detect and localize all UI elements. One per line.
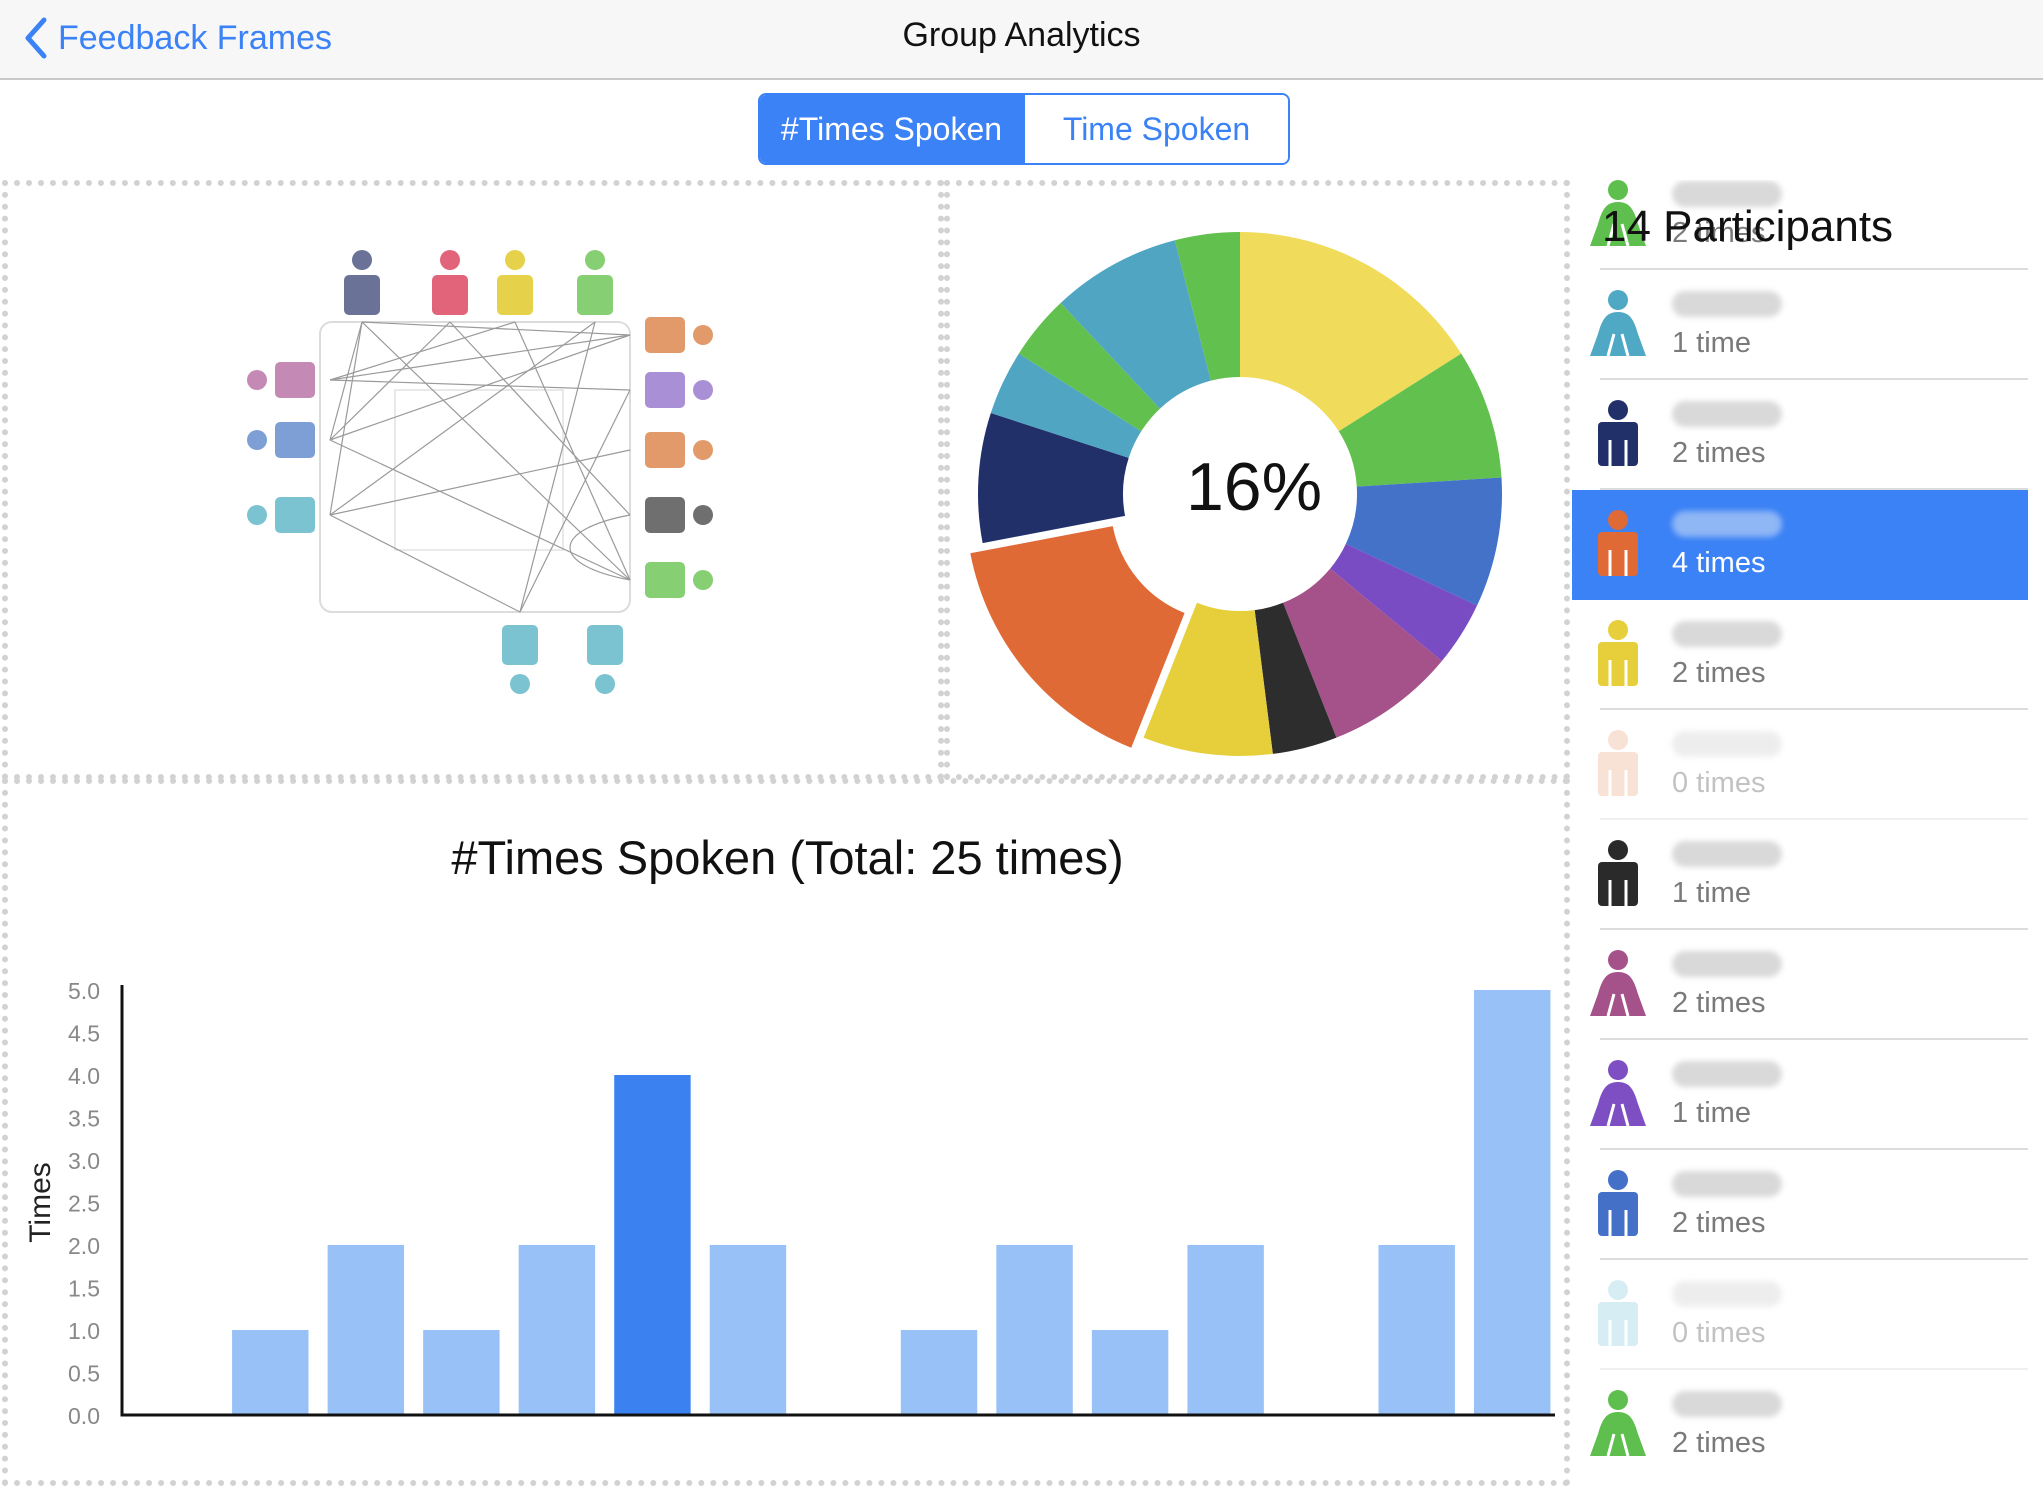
network-participant-icon	[247, 422, 315, 458]
bar[interactable]	[423, 1330, 500, 1415]
participant-name-blurred	[1672, 840, 1782, 867]
metric-segmented-control: #Times Spoken Time Spoken	[758, 93, 1290, 165]
person-icon	[1586, 1390, 1650, 1460]
participant-row[interactable]: 2 times	[1572, 600, 2028, 710]
network-participant-icon	[247, 362, 315, 398]
participant-name-blurred	[1672, 1060, 1782, 1087]
participant-count: 2 times	[1672, 986, 1766, 1019]
bar[interactable]	[1187, 1245, 1264, 1415]
bar[interactable]	[996, 1245, 1073, 1415]
bar[interactable]	[1378, 1245, 1455, 1415]
participant-count: 1 time	[1672, 1096, 1751, 1129]
network-participant-icon	[645, 317, 713, 353]
bar[interactable]	[614, 1075, 691, 1415]
participant-row[interactable]: 1 time	[1572, 820, 2028, 930]
participant-count: 2 times	[1672, 656, 1766, 689]
participant-row[interactable]: 2 times	[1572, 930, 2028, 1040]
y-tick-label: 0.0	[68, 1403, 100, 1429]
participant-row[interactable]: 1 time	[1572, 270, 2028, 380]
tab-times-spoken[interactable]: #Times Spoken	[760, 95, 1023, 163]
tab-time-spoken[interactable]: Time Spoken	[1023, 95, 1288, 163]
participant-row[interactable]: 1 time	[1572, 1040, 2028, 1150]
y-tick-label: 4.0	[68, 1063, 100, 1089]
participant-name-blurred	[1672, 1390, 1782, 1417]
bar[interactable]	[518, 1245, 596, 1415]
network-participant-icon	[497, 250, 533, 315]
participant-count: 2 times	[1672, 1426, 1766, 1459]
y-tick-label: 1.5	[68, 1276, 100, 1302]
person-icon	[1586, 1280, 1650, 1350]
y-tick-label: 3.0	[68, 1148, 100, 1174]
network-participant-icon	[645, 497, 713, 533]
network-participant-icon	[247, 497, 315, 533]
participant-row[interactable]: 0 times	[1572, 710, 2028, 820]
participant-count: 0 times	[1672, 1316, 1766, 1349]
participant-count: 1 time	[1672, 326, 1751, 359]
y-axis-label: Times	[24, 1162, 57, 1243]
participant-count: 0 times	[1672, 766, 1766, 799]
bar[interactable]	[327, 1245, 405, 1415]
participant-name-blurred	[1672, 1170, 1782, 1197]
person-icon	[1586, 950, 1650, 1020]
person-icon	[1586, 510, 1650, 580]
participant-count: 2 times	[1672, 1206, 1766, 1239]
person-icon	[1586, 1060, 1650, 1130]
participant-row[interactable]: 2 times	[1572, 1370, 2028, 1470]
network-participant-icon	[645, 562, 713, 598]
person-icon	[1586, 620, 1650, 690]
person-icon	[1586, 290, 1650, 360]
participant-count: 4 times	[1672, 546, 1766, 579]
network-participant-icon	[645, 432, 713, 468]
person-icon	[1586, 1170, 1650, 1240]
person-icon	[1586, 730, 1650, 800]
donut-center-percentage: 16%	[1185, 449, 1323, 525]
participant-name-blurred	[1672, 1280, 1782, 1307]
bar[interactable]	[1474, 990, 1551, 1415]
network-participant-icon	[587, 625, 623, 694]
times-spoken-bar-chart: Times 0.0 0.5 1.0 1.5 2.0 2.5 3.0 3.5 4.0 4.5 5.0	[10, 975, 1560, 1429]
participant-name-blurred	[1672, 730, 1782, 757]
participant-row[interactable]: 2 times	[1572, 1150, 2028, 1260]
participant-name-blurred	[1672, 510, 1782, 537]
bar[interactable]	[709, 1245, 787, 1415]
participant-name-blurred	[1672, 620, 1782, 647]
participant-name-blurred	[1672, 400, 1782, 427]
person-icon	[1586, 840, 1650, 910]
participant-row[interactable]: 2 times	[1572, 380, 2028, 490]
participants-count-heading: 14 Participants	[1602, 202, 1894, 251]
person-icon	[1586, 400, 1650, 470]
y-tick-label: 2.0	[68, 1233, 100, 1259]
participant-name-blurred	[1672, 950, 1782, 977]
y-tick-label: 2.5	[68, 1191, 100, 1217]
navigation-bar: Feedback Frames Group Analytics	[0, 0, 2043, 80]
bar[interactable]	[232, 1330, 309, 1415]
participant-name-blurred	[1672, 290, 1782, 317]
bar[interactable]	[900, 1330, 978, 1415]
donut-slice[interactable]	[970, 526, 1185, 748]
bar-chart-title: #Times Spoken (Total: 25 times)	[451, 831, 1124, 884]
page-title: Group Analytics	[902, 16, 1141, 54]
network-participant-icon	[577, 250, 613, 315]
participant-count: 2 times	[1672, 436, 1766, 469]
participants-list[interactable]: 14 Participants 2 times 1 time 2 times 4 ti…	[1572, 180, 2028, 1470]
bar[interactable]	[1091, 1330, 1169, 1415]
y-tick-label: 1.0	[68, 1318, 100, 1344]
network-participant-icon	[502, 625, 538, 694]
participant-row[interactable]: 4 times	[1572, 490, 2028, 600]
y-tick-label: 4.5	[68, 1021, 100, 1047]
participant-count: 1 time	[1672, 876, 1751, 909]
network-participant-icon	[432, 250, 468, 315]
y-tick-label: 5.0	[68, 978, 100, 1004]
network-participant-icon	[344, 250, 380, 315]
network-participant-icon	[645, 372, 713, 408]
participant-row[interactable]: 0 times	[1572, 1260, 2028, 1370]
interaction-network-diagram	[230, 240, 750, 700]
y-tick-label: 0.5	[68, 1361, 100, 1387]
y-tick-label: 3.5	[68, 1106, 100, 1132]
